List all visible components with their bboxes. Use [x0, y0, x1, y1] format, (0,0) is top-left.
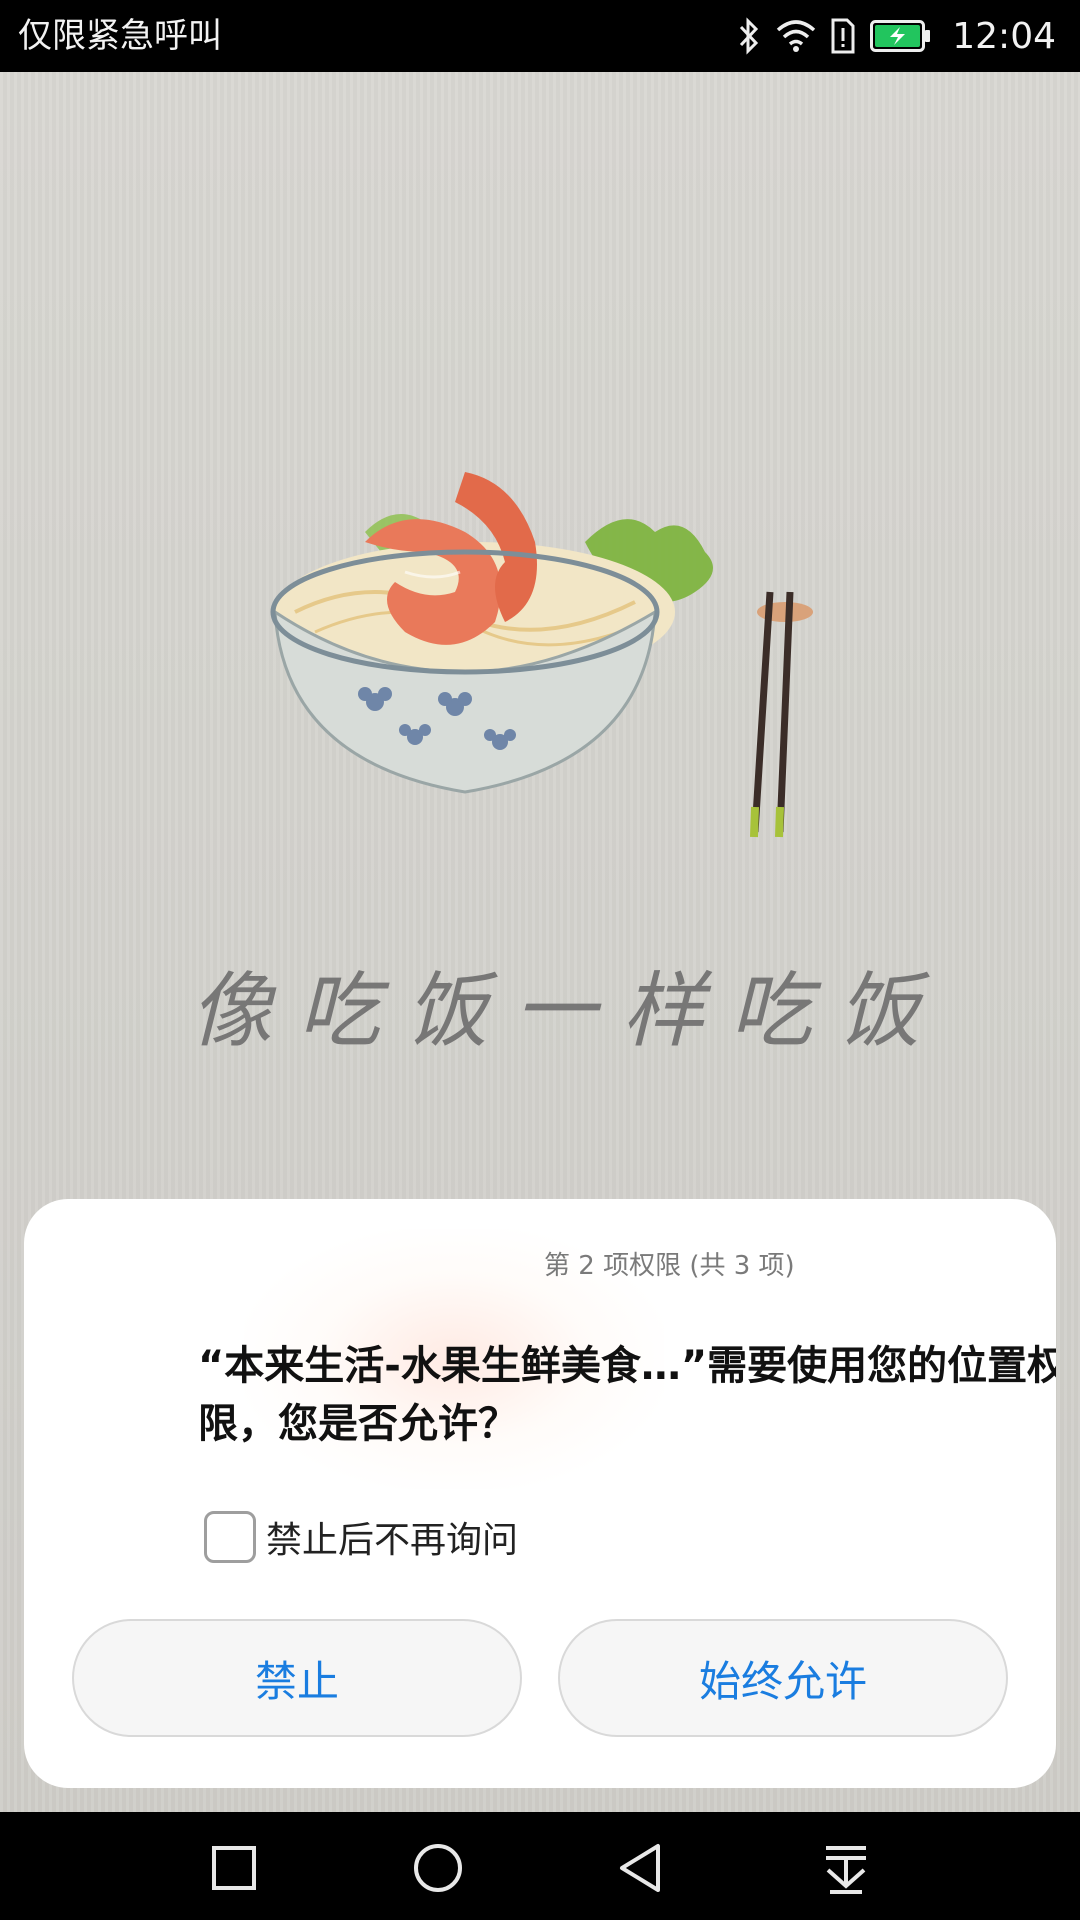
navigation-bar [0, 1812, 1080, 1920]
notification-pull-down-icon[interactable] [818, 1840, 874, 1896]
bluetooth-icon [736, 16, 762, 56]
carrier-text: 仅限紧急呼叫 [18, 16, 222, 56]
slogan-text: 像吃饭一样吃饭 [190, 964, 946, 1059]
bowl-illustration [255, 462, 855, 882]
back-triangle-icon[interactable] [614, 1840, 670, 1896]
sim-alert-icon [830, 17, 856, 55]
dont-ask-again-checkbox[interactable] [204, 1511, 256, 1563]
permission-message: “本来生活-水果生鲜美食…”需要使用您的位置权 限，您是否允许？ [198, 1343, 1056, 1447]
status-icons: 12:04 [736, 10, 1056, 62]
home-circle-icon[interactable] [410, 1840, 466, 1896]
recents-square-icon[interactable] [206, 1840, 262, 1896]
battery-charging-icon [870, 20, 932, 52]
dont-ask-again-row[interactable]: 禁止后不再询问 [204, 1507, 518, 1567]
always-allow-button[interactable]: 始终允许 [558, 1619, 1008, 1737]
status-bar: 仅限紧急呼叫 12:04 [0, 0, 1080, 72]
deny-button[interactable]: 禁止 [72, 1619, 522, 1737]
dont-ask-again-label: 禁止后不再询问 [266, 1520, 519, 1561]
clock: 12:04 [952, 15, 1056, 57]
permission-dialog: 第 2 项权限 (共 3 项) “本来生活-水果生鲜美食…”需要使用您的位置权 … [24, 1199, 1056, 1788]
wifi-icon [776, 18, 816, 54]
